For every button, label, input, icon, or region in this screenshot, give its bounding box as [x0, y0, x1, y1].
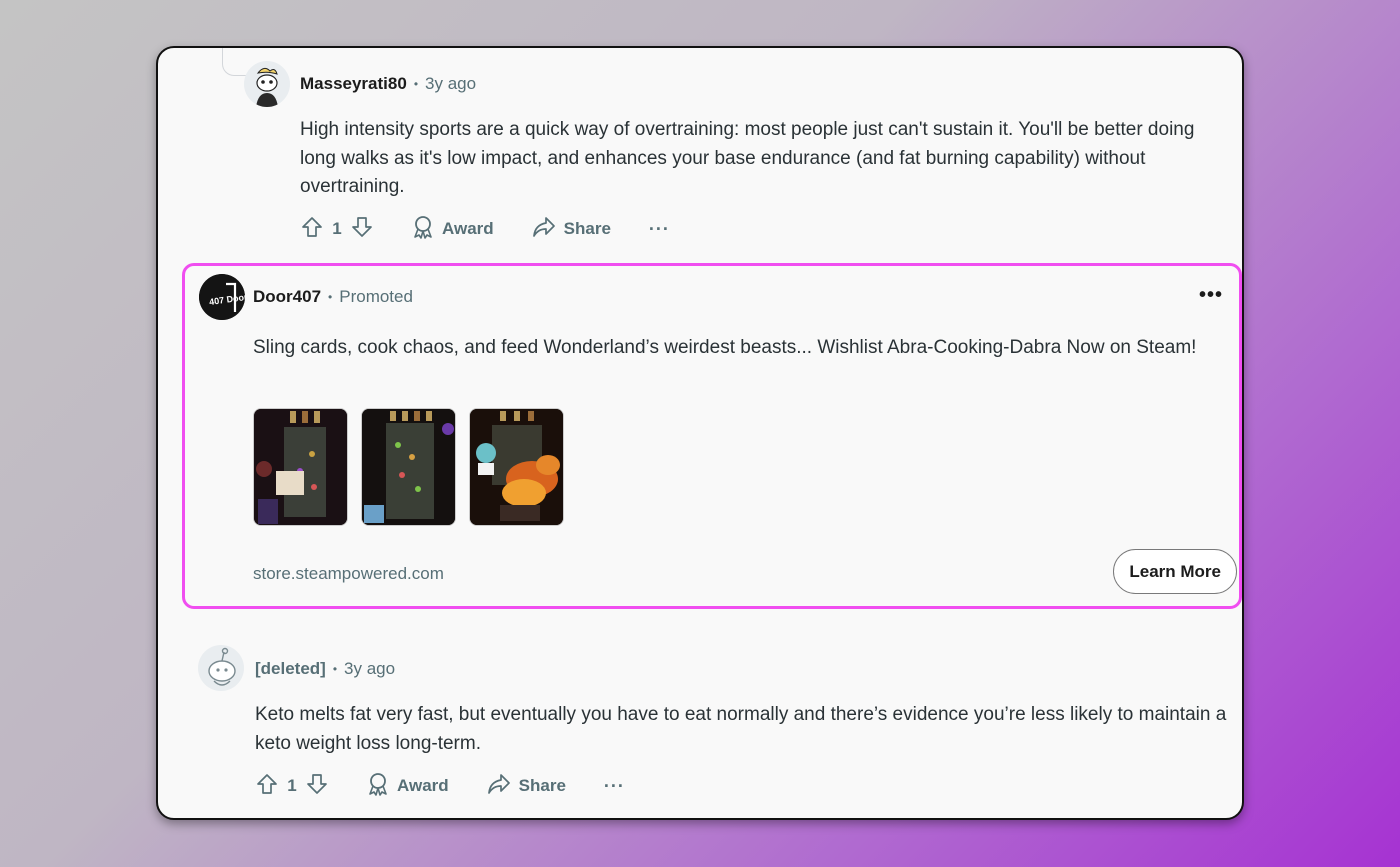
vote-count: 1: [332, 219, 342, 238]
ad-thumbnail-2[interactable]: [361, 408, 456, 526]
comment-body: Keto melts fat very fast, but eventually…: [255, 704, 1227, 754]
game-screenshot-icon: [470, 409, 563, 525]
downvote-icon[interactable]: [350, 215, 374, 244]
game-screenshot-icon: [254, 409, 347, 525]
deleted-user-avatar: [198, 645, 244, 691]
snoo-avatar-icon: [244, 61, 290, 107]
comment-meta: [deleted] • 3y ago: [255, 659, 395, 679]
comment-author: [deleted]: [255, 659, 326, 678]
award-button[interactable]: Award: [412, 215, 494, 244]
vote-count: 1: [287, 776, 297, 795]
advertiser-avatar[interactable]: 407 Door: [199, 274, 245, 320]
comment-timestamp[interactable]: 3y ago: [425, 74, 476, 94]
door407-logo-icon: 407 Door: [199, 274, 245, 320]
comment-author[interactable]: Masseyrati80: [300, 74, 407, 94]
ad-meta: Door407 • Promoted: [253, 287, 413, 307]
share-label: Share: [518, 776, 566, 795]
meta-separator: •: [332, 662, 338, 676]
ad-body: Sling cards, cook chaos, and feed Wonder…: [253, 337, 1197, 358]
default-snoo-icon: [198, 645, 244, 691]
ad-thumbnail-3[interactable]: [469, 408, 564, 526]
meta-separator: •: [328, 290, 333, 304]
ad-thumbnails: [253, 408, 564, 526]
ad-thumbnail-1[interactable]: [253, 408, 348, 526]
award-icon: [367, 772, 389, 801]
award-button[interactable]: Award: [367, 772, 449, 801]
share-button[interactable]: Share: [487, 773, 566, 800]
game-screenshot-icon: [362, 409, 455, 525]
award-label: Award: [442, 219, 494, 238]
share-icon: [487, 773, 511, 800]
thread-connector-line: [222, 48, 248, 76]
comment-timestamp[interactable]: 3y ago: [344, 659, 395, 679]
ad-more-options-button[interactable]: •••: [1199, 284, 1223, 307]
more-options-button[interactable]: ···: [604, 776, 625, 797]
share-button[interactable]: Share: [532, 216, 611, 243]
meta-separator: •: [413, 77, 419, 91]
more-options-button[interactable]: ···: [649, 219, 670, 240]
award-icon: [412, 215, 434, 244]
upvote-icon[interactable]: [300, 215, 324, 244]
comment-thread-card: Masseyrati80 • 3y ago High intensity spo…: [156, 46, 1244, 820]
downvote-icon[interactable]: [305, 772, 329, 801]
share-label: Share: [563, 219, 611, 238]
comment-meta: Masseyrati80 • 3y ago: [300, 74, 476, 94]
comment-actions: 1 Award Share ···: [300, 214, 670, 244]
upvote-icon[interactable]: [255, 772, 279, 801]
share-icon: [532, 216, 556, 243]
ad-domain-link[interactable]: store.steampowered.com: [253, 564, 444, 584]
award-label: Award: [397, 776, 449, 795]
comment-actions: 1 Award Share ···: [255, 771, 625, 801]
vote-group: 1: [300, 215, 374, 244]
advertiser-name[interactable]: Door407: [253, 287, 321, 307]
promoted-post[interactable]: 407 Door Door407 • Promoted ••• Sling ca…: [182, 263, 1242, 609]
promoted-label: Promoted: [339, 287, 413, 306]
learn-more-button[interactable]: Learn More: [1113, 549, 1237, 594]
user-avatar[interactable]: [244, 61, 290, 107]
comment-body: High intensity sports are a quick way of…: [300, 119, 1195, 197]
vote-group: 1: [255, 772, 329, 801]
